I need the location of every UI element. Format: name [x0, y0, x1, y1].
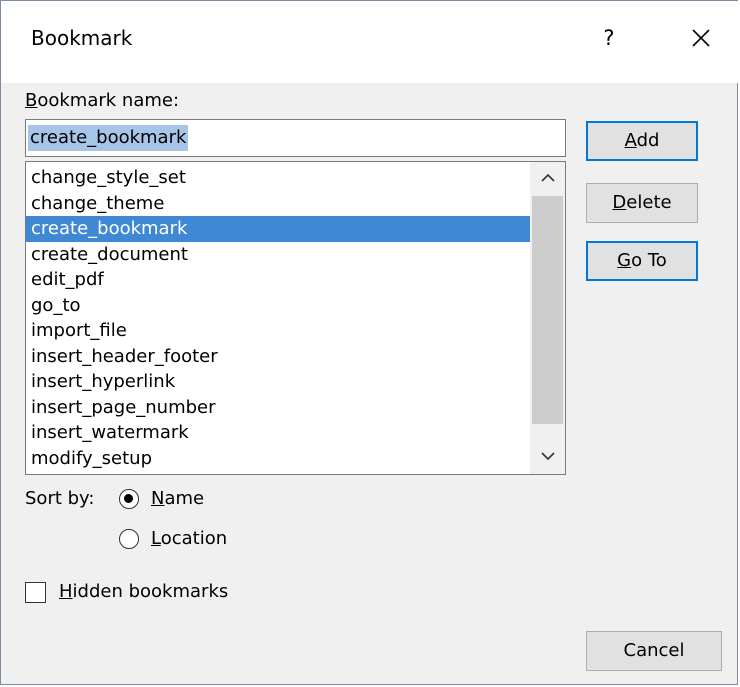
accesskey-b: B: [25, 90, 38, 111]
accesskey-l: L: [151, 528, 161, 549]
bookmark-list-item[interactable]: insert_header_footer: [26, 344, 531, 370]
dialog-title: Bookmark: [31, 26, 133, 50]
bookmark-list-item[interactable]: modify_setup: [26, 446, 531, 472]
sort-name-label-text: ame: [164, 488, 205, 509]
go-to-button-label: o To: [631, 250, 667, 271]
delete-button[interactable]: Delete: [586, 183, 698, 223]
sort-location-label[interactable]: Location: [151, 527, 227, 551]
bookmark-list-item[interactable]: create_bookmark: [26, 216, 531, 242]
close-icon: [692, 29, 710, 47]
accesskey-n: N: [151, 488, 165, 509]
help-button[interactable]: ?: [591, 18, 627, 58]
sort-location-radio[interactable]: [119, 529, 139, 549]
close-button[interactable]: [681, 18, 721, 58]
accesskey-g: G: [617, 250, 632, 271]
hidden-bookmarks-checkbox[interactable]: [25, 582, 46, 603]
sort-by-label: Sort by:: [25, 488, 95, 509]
accesskey-h: H: [59, 581, 73, 602]
bookmark-list-item[interactable]: change_theme: [26, 191, 531, 217]
scroll-up-button[interactable]: [530, 162, 565, 196]
accesskey-a: A: [624, 130, 637, 151]
bookmark-list-item[interactable]: insert_page_number: [26, 395, 531, 421]
bookmark-name-label: Bookmark name:: [25, 90, 179, 111]
bookmark-list-item[interactable]: insert_hyperlink: [26, 369, 531, 395]
add-button-label: dd: [636, 130, 660, 151]
bookmark-name-label-text: ookmark name:: [37, 90, 180, 111]
bookmark-name-input[interactable]: create_bookmark: [25, 119, 566, 157]
accesskey-d: D: [612, 192, 627, 213]
sort-name-radio[interactable]: [119, 489, 139, 509]
hidden-bookmarks-label[interactable]: Hidden bookmarks: [59, 580, 228, 604]
bookmark-list-item[interactable]: change_style_set: [26, 165, 531, 191]
hidden-bookmarks-label-text: idden bookmarks: [72, 581, 229, 602]
scroll-thumb[interactable]: [532, 196, 563, 424]
list-scrollbar[interactable]: [530, 162, 565, 474]
delete-button-label: elete: [626, 192, 672, 213]
bookmark-dialog: Bookmark ? Bookmark name: create_bookmar…: [0, 0, 739, 685]
bookmark-list-item[interactable]: go_to: [26, 293, 531, 319]
radio-selected-dot: [124, 494, 133, 503]
chevron-down-icon: [540, 452, 555, 461]
scroll-down-button[interactable]: [530, 440, 565, 474]
sort-name-label[interactable]: Name: [151, 487, 204, 511]
bookmark-list-items: change_style_set change_theme create_bookm…: [26, 165, 531, 471]
bookmark-list-item[interactable]: import_file: [26, 318, 531, 344]
add-button[interactable]: Add: [586, 121, 698, 161]
bookmark-list-item[interactable]: edit_pdf: [26, 267, 531, 293]
title-bar: Bookmark ?: [1, 1, 739, 83]
sort-location-label-text: ocation: [160, 528, 228, 549]
go-to-button[interactable]: Go To: [586, 241, 698, 281]
bookmark-list-item[interactable]: insert_watermark: [26, 420, 531, 446]
cancel-button[interactable]: Cancel: [586, 631, 722, 671]
bookmark-list-item[interactable]: create_document: [26, 242, 531, 268]
chevron-up-icon: [540, 173, 555, 182]
bookmark-list[interactable]: change_style_set change_theme create_bookm…: [25, 161, 566, 475]
bookmark-name-value: create_bookmark: [28, 125, 189, 151]
